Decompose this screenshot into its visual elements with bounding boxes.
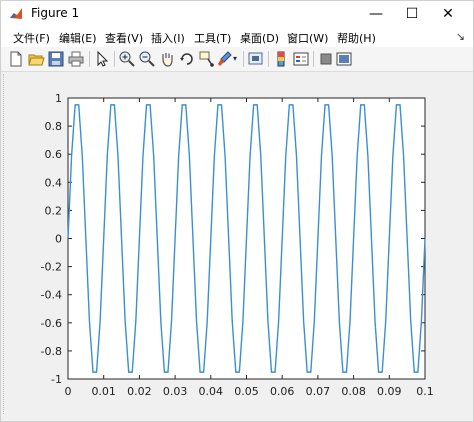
toolbar-separator — [268, 51, 269, 67]
save-icon[interactable] — [47, 50, 65, 68]
x-tick-label: 0.07 — [306, 385, 331, 398]
insert-legend-icon[interactable] — [292, 50, 310, 68]
toolbar-separator — [89, 51, 90, 67]
x-tick-label: 0 — [65, 385, 72, 398]
pan-icon[interactable] — [158, 50, 176, 68]
figure-window: Figure 1 — ☐ ✕ 文件(F) 编辑(E) 查看(V) 插入(I) 工… — [0, 0, 474, 422]
zoom-in-icon[interactable] — [118, 50, 136, 68]
toolbar: ▾ — [1, 47, 473, 72]
toolbar-separator — [243, 51, 244, 67]
rotate-3d-icon[interactable] — [178, 50, 196, 68]
menu-desktop[interactable]: 桌面(D) — [240, 30, 279, 46]
window-title: Figure 1 — [31, 6, 80, 20]
y-tick-label: -0.2 — [41, 261, 62, 274]
y-tick-label: -1 — [51, 373, 62, 386]
link-plot-icon[interactable] — [247, 50, 265, 68]
pointer-icon[interactable] — [93, 50, 111, 68]
toolbar-separator — [313, 51, 314, 67]
x-tick-label: 0.04 — [199, 385, 224, 398]
x-tick-label: 0.03 — [163, 385, 188, 398]
title-bar[interactable]: Figure 1 — ☐ ✕ — [1, 1, 473, 27]
minimize-icon: — — [369, 6, 383, 22]
x-tick-label: 0.09 — [377, 385, 402, 398]
y-tick-label: 0.4 — [45, 176, 63, 189]
y-tick-label: 0.6 — [45, 148, 63, 161]
maximize-button[interactable]: ☐ — [395, 1, 429, 27]
menu-help[interactable]: 帮助(H) — [337, 30, 376, 46]
menu-file[interactable]: 文件(F) — [13, 30, 50, 46]
hide-plot-tools-icon[interactable] — [317, 50, 335, 68]
menu-overflow-icon[interactable]: ↘ — [456, 30, 465, 43]
menu-view[interactable]: 查看(V) — [105, 30, 143, 46]
show-plot-tools-icon[interactable] — [335, 50, 353, 68]
insert-colorbar-icon[interactable] — [272, 50, 290, 68]
menu-window[interactable]: 窗口(W) — [287, 30, 328, 46]
close-icon: ✕ — [442, 6, 454, 22]
y-tick-label: 0.2 — [45, 204, 63, 217]
y-tick-label: 0.8 — [45, 120, 63, 133]
maximize-icon: ☐ — [405, 6, 419, 22]
y-tick-label: -0.4 — [41, 289, 62, 302]
y-tick-label: 0 — [55, 233, 62, 246]
x-tick-label: 0.06 — [270, 385, 295, 398]
open-file-icon[interactable] — [27, 50, 45, 68]
x-tick-label: 0.05 — [234, 385, 259, 398]
y-tick-labels: 1 0.8 0.6 0.4 0.2 0 -0.2 -0.4 -0.6 -0.8 -1 — [41, 92, 62, 386]
data-cursor-icon[interactable] — [198, 50, 216, 68]
close-button[interactable]: ✕ — [431, 1, 465, 27]
y-tick-label: -0.6 — [41, 317, 62, 330]
brush-icon[interactable] — [216, 50, 234, 68]
x-tick-label: 0.02 — [127, 385, 152, 398]
y-tick-label: -0.8 — [41, 345, 62, 358]
brush-dropdown-icon[interactable]: ▾ — [233, 54, 237, 63]
zoom-out-icon[interactable] — [138, 50, 156, 68]
menu-bar: 文件(F) 编辑(E) 查看(V) 插入(I) 工具(T) 桌面(D) 窗口(W… — [1, 27, 473, 47]
x-tick-label: 0.1 — [416, 385, 434, 398]
y-tick-label: 1 — [55, 92, 62, 105]
matlab-icon — [9, 7, 23, 21]
x-tick-labels: 0 0.01 0.02 0.03 0.04 0.05 0.06 0.07 0.08 0.09 0.1 — [65, 385, 434, 398]
minimize-button[interactable]: — — [359, 1, 393, 27]
print-icon[interactable] — [67, 50, 85, 68]
x-tick-label: 0.08 — [341, 385, 366, 398]
x-tick-label: 0.01 — [91, 385, 116, 398]
menu-tools[interactable]: 工具(T) — [194, 30, 231, 46]
plot-canvas[interactable]: 0 0.01 0.02 0.03 0.04 0.05 0.06 0.07 0.08 0.09 0.1… — [1, 72, 473, 422]
toolbar-separator — [114, 51, 115, 67]
menu-insert[interactable]: 插入(I) — [151, 30, 185, 46]
menu-edit[interactable]: 编辑(E) — [59, 30, 97, 46]
new-figure-icon[interactable] — [7, 50, 25, 68]
